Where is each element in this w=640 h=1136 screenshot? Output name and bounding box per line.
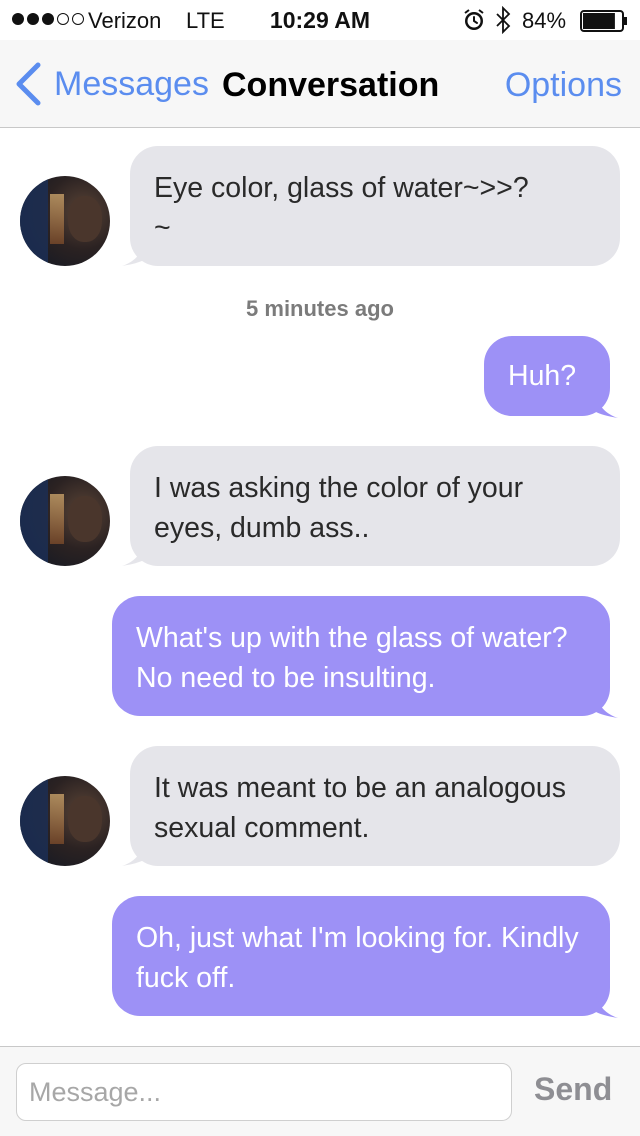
message-text: Eye color, glass of water~>>? ~ — [154, 172, 529, 244]
options-button[interactable]: Options — [505, 66, 622, 105]
message-bubble-incoming[interactable]: Eye color, glass of water~>>? ~ — [130, 146, 620, 266]
bubble-tail — [596, 694, 618, 718]
message-text: It was meant to be an analogous sexual c… — [154, 772, 566, 844]
send-button[interactable]: Send — [534, 1071, 612, 1108]
message-bubble-outgoing[interactable]: What's up with the glass of water? No ne… — [112, 596, 610, 716]
message-text: I was asking the color of your eyes, dum… — [154, 472, 524, 544]
message-bubble-incoming[interactable]: It was meant to be an analogous sexual c… — [130, 746, 620, 866]
bluetooth-icon — [496, 6, 511, 34]
message-text: Huh? — [508, 360, 577, 392]
message-text: Oh, just what I'm looking for. Kindly fu… — [136, 922, 579, 994]
bubble-tail — [596, 994, 618, 1018]
avatar[interactable] — [20, 776, 110, 866]
back-label: Messages — [54, 64, 209, 103]
avatar[interactable] — [20, 476, 110, 566]
chevron-left-icon — [16, 62, 41, 106]
message-bubble-outgoing[interactable]: Oh, just what I'm looking for. Kindly fu… — [112, 896, 610, 1016]
avatar[interactable] — [20, 176, 110, 266]
battery-percent: 84% — [522, 8, 567, 33]
message-bubble-outgoing[interactable]: Huh? — [484, 336, 610, 416]
message-input[interactable] — [16, 1063, 512, 1121]
alarm-icon — [464, 9, 484, 30]
message-text: What's up with the glass of water? No ne… — [136, 622, 568, 694]
message-bubble-incoming[interactable]: I was asking the color of your eyes, dum… — [130, 446, 620, 566]
battery-icon — [580, 10, 627, 32]
back-button[interactable]: Messages — [14, 62, 209, 106]
page-title: Conversation — [222, 66, 440, 104]
message-composer: Send — [0, 1046, 640, 1136]
status-bar: Verizon LTE 10:29 AM 84% — [0, 0, 640, 40]
navigation-bar: Messages Conversation Options — [0, 40, 640, 128]
message-list[interactable]: Eye color, glass of water~>>? ~ 5 minute… — [0, 128, 640, 1046]
bubble-tail — [596, 394, 618, 418]
message-timestamp: 5 minutes ago — [246, 296, 394, 321]
